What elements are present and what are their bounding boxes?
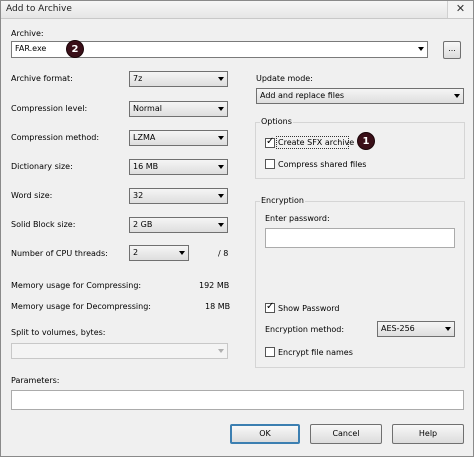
chevron-down-icon xyxy=(218,165,224,169)
chevron-down-icon[interactable] xyxy=(418,47,424,51)
chevron-down-icon xyxy=(218,77,224,81)
update-mode-select[interactable]: Add and replace files xyxy=(256,88,464,104)
encryption-method-value: AES-256 xyxy=(381,324,415,333)
ok-button[interactable]: OK xyxy=(230,424,300,444)
archive-path-value: FAR.exe xyxy=(15,44,47,53)
add-to-archive-dialog: Add to Archive ✕ Archive: FAR.exe 2 ... … xyxy=(0,0,474,457)
compression-method-select[interactable]: LZMA xyxy=(129,130,228,146)
options-group xyxy=(255,122,465,179)
options-group-label: Options xyxy=(260,117,293,126)
chevron-down-icon xyxy=(218,349,224,353)
archive-format-value: 7z xyxy=(133,74,143,83)
encrypt-names-label[interactable]: Encrypt file names xyxy=(278,348,353,357)
chevron-down-icon xyxy=(218,223,224,227)
chevron-down-icon xyxy=(218,107,224,111)
compress-shared-checkbox[interactable] xyxy=(265,159,275,169)
solid-block-size-label: Solid Block size: xyxy=(11,220,76,229)
password-label: Enter password: xyxy=(265,214,330,223)
memory-compress-value: 192 MB xyxy=(199,281,230,290)
cancel-button[interactable]: Cancel xyxy=(310,424,382,444)
help-button[interactable]: Help xyxy=(392,424,464,444)
parameters-input[interactable] xyxy=(11,390,464,410)
split-volumes-combo[interactable] xyxy=(11,343,228,359)
archive-format-select[interactable]: 7z xyxy=(129,71,228,87)
dictionary-size-label: Dictionary size: xyxy=(11,162,73,171)
compression-level-label: Compression level: xyxy=(11,104,88,113)
cpu-threads-value: 2 xyxy=(133,248,139,257)
show-password-label[interactable]: Show Password xyxy=(278,304,340,313)
show-password-checkbox[interactable] xyxy=(265,301,275,313)
parameters-label: Parameters: xyxy=(11,376,60,385)
encryption-method-label: Encryption method: xyxy=(265,325,345,334)
encrypt-names-checkbox[interactable] xyxy=(265,347,275,357)
memory-decompress-label: Memory usage for Decompressing: xyxy=(11,302,151,311)
create-sfx-label[interactable]: Create SFX archive xyxy=(278,138,354,147)
compression-method-label: Compression method: xyxy=(11,133,100,142)
compression-level-value: Normal xyxy=(133,104,162,113)
compress-shared-label[interactable]: Compress shared files xyxy=(278,160,366,169)
update-mode-value: Add and replace files xyxy=(260,91,345,100)
callout-badge-1: 1 xyxy=(357,132,375,150)
memory-compress-label: Memory usage for Compressing: xyxy=(11,281,142,290)
compression-level-select[interactable]: Normal xyxy=(129,101,228,117)
cpu-threads-label: Number of CPU threads: xyxy=(11,249,108,258)
chevron-down-icon xyxy=(445,327,451,331)
archive-format-label: Archive format: xyxy=(11,74,73,83)
solid-block-size-select[interactable]: 2 GB xyxy=(129,217,228,233)
split-volumes-label: Split to volumes, bytes: xyxy=(11,328,106,337)
memory-decompress-value: 18 MB xyxy=(205,302,231,311)
title-bar: Add to Archive ✕ xyxy=(1,1,473,19)
password-input[interactable] xyxy=(265,228,455,248)
cpu-threads-select[interactable]: 2 xyxy=(129,245,189,261)
compression-method-value: LZMA xyxy=(133,133,156,142)
create-sfx-checkbox[interactable] xyxy=(265,136,275,148)
word-size-value: 32 xyxy=(133,191,144,200)
chevron-down-icon xyxy=(179,251,185,255)
encryption-method-select[interactable]: AES-256 xyxy=(377,321,455,337)
callout-badge-2: 2 xyxy=(66,40,84,58)
dictionary-size-value: 16 MB xyxy=(133,162,159,171)
cpu-threads-max: / 8 xyxy=(218,249,229,258)
chevron-down-icon xyxy=(218,194,224,198)
browse-button[interactable]: ... xyxy=(443,41,461,59)
archive-label: Archive: xyxy=(11,29,44,38)
encryption-group xyxy=(255,201,465,368)
dictionary-size-select[interactable]: 16 MB xyxy=(129,159,228,175)
word-size-select[interactable]: 32 xyxy=(129,188,228,204)
word-size-label: Word size: xyxy=(11,191,53,200)
chevron-down-icon xyxy=(454,94,460,98)
solid-block-size-value: 2 GB xyxy=(133,220,153,229)
close-icon[interactable]: ✕ xyxy=(447,1,473,18)
encryption-group-label: Encryption xyxy=(260,196,305,205)
update-mode-label: Update mode: xyxy=(256,74,313,83)
window-title: Add to Archive xyxy=(6,4,72,14)
chevron-down-icon xyxy=(218,136,224,140)
